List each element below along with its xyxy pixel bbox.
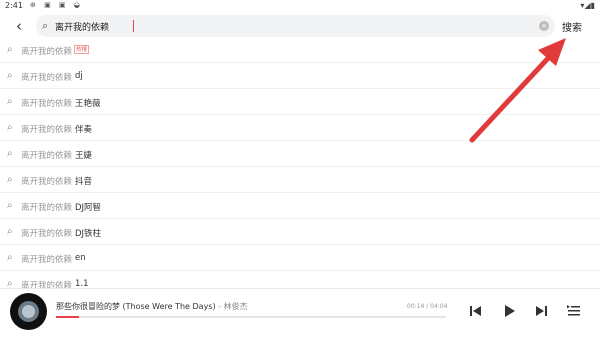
suggestion-base-text: 离开我的依赖 bbox=[21, 99, 73, 109]
suggestion-base-text: 离开我的依赖 bbox=[21, 47, 73, 57]
suggestion-suffix-text: DJ铁柱 bbox=[75, 229, 102, 239]
song-title: 那些你很冒险的梦 (Those Were The Days) bbox=[56, 302, 216, 311]
suggestion-item[interactable]: ⌕ 离开我的依赖 王艳薇 bbox=[0, 89, 600, 115]
search-icon: ⌕ bbox=[7, 174, 13, 185]
status-time: 2:41 bbox=[5, 1, 23, 10]
previous-track-icon[interactable] bbox=[467, 302, 485, 320]
album-cover[interactable] bbox=[10, 293, 47, 330]
suggestion-base-text: 离开我的依赖 bbox=[21, 151, 73, 161]
title-separator: - bbox=[215, 302, 224, 311]
progress-bar[interactable] bbox=[56, 316, 446, 318]
suggestion-base-text: 离开我的依赖 bbox=[21, 203, 73, 213]
playlist-icon[interactable] bbox=[565, 302, 583, 320]
status-bar: 2:41 ⊕ ▣ ▣ ◒ ▾◢▮ bbox=[0, 0, 600, 13]
song-artist: 林俊杰 bbox=[223, 302, 248, 311]
suggestion-suffix-text: dj bbox=[75, 71, 83, 81]
suggestion-base-text: 离开我的依赖 bbox=[21, 177, 73, 187]
suggestion-suffix-text: 伴奏 bbox=[75, 125, 93, 135]
text-cursor bbox=[133, 20, 134, 32]
search-icon: ⌕ bbox=[7, 200, 13, 211]
suggestion-item[interactable]: ⌕ 离开我的依赖 DJ铁柱 bbox=[0, 219, 600, 245]
suggestion-item[interactable]: ⌕ 离开我的依赖 王婕 bbox=[0, 141, 600, 167]
suggestion-suffix-text: en bbox=[75, 253, 86, 263]
play-icon[interactable] bbox=[500, 302, 518, 320]
back-arrow-icon[interactable]: ‹ bbox=[16, 17, 32, 35]
mini-player[interactable]: 那些你很冒险的梦 (Those Were The Days) - 林俊杰 00:… bbox=[0, 288, 600, 337]
search-icon: ⌕ bbox=[7, 122, 13, 133]
clear-icon[interactable]: × bbox=[539, 21, 549, 31]
song-title-line[interactable]: 那些你很冒险的梦 (Those Were The Days) - 林俊杰 bbox=[56, 301, 248, 312]
next-track-icon[interactable] bbox=[532, 302, 550, 320]
suggestion-suffix-text: 王婕 bbox=[75, 151, 93, 161]
search-button[interactable]: 搜索 bbox=[562, 19, 582, 34]
playback-time: 00:14 / 04:04 bbox=[407, 303, 448, 310]
suggestion-item[interactable]: ⌕ 离开我的依赖 伴奏 bbox=[0, 115, 600, 141]
search-box[interactable]: ⌕ × bbox=[36, 15, 555, 37]
suggestion-item[interactable]: ⌕ 离开我的依赖 DJ阿智 bbox=[0, 193, 600, 219]
search-icon: ⌕ bbox=[7, 96, 13, 107]
search-icon: ⌕ bbox=[7, 226, 13, 237]
search-input[interactable] bbox=[55, 17, 515, 35]
suggestion-base-text: 离开我的依赖 bbox=[21, 255, 73, 265]
search-bar-row: ‹ ⌕ × 搜索 bbox=[0, 13, 600, 40]
hot-badge: 热搜 bbox=[74, 45, 90, 54]
suggestion-list: ⌕ 离开我的依赖 热搜 ⌕ 离开我的依赖 dj ⌕ 离开我的依赖 王艳薇 ⌕ 离开我的依赖 伴奏 ⌕ 离开… bbox=[0, 37, 600, 297]
suggestion-base-text: 离开我的依赖 bbox=[21, 73, 73, 83]
notification-icons: ⊕ ▣ ▣ ◒ bbox=[30, 1, 83, 9]
suggestion-item[interactable]: ⌕ 离开我的依赖 热搜 bbox=[0, 37, 600, 63]
search-icon: ⌕ bbox=[7, 148, 13, 159]
suggestion-suffix-text: DJ阿智 bbox=[75, 203, 102, 213]
search-icon: ⌕ bbox=[7, 252, 13, 263]
suggestion-item[interactable]: ⌕ 离开我的依赖 抖音 bbox=[0, 167, 600, 193]
signal-battery-icon: ▾◢▮ bbox=[580, 1, 595, 10]
suggestion-base-text: 离开我的依赖 bbox=[21, 229, 73, 239]
suggestion-suffix-text: 抖音 bbox=[75, 177, 93, 187]
search-icon: ⌕ bbox=[7, 70, 13, 81]
suggestion-base-text: 离开我的依赖 bbox=[21, 125, 73, 135]
suggestion-suffix-text: 王艳薇 bbox=[75, 99, 101, 109]
search-icon: ⌕ bbox=[42, 19, 49, 32]
progress-fill bbox=[56, 316, 80, 318]
search-icon: ⌕ bbox=[7, 44, 13, 55]
suggestion-item[interactable]: ⌕ 离开我的依赖 en bbox=[0, 245, 600, 271]
suggestion-item[interactable]: ⌕ 离开我的依赖 dj bbox=[0, 63, 600, 89]
